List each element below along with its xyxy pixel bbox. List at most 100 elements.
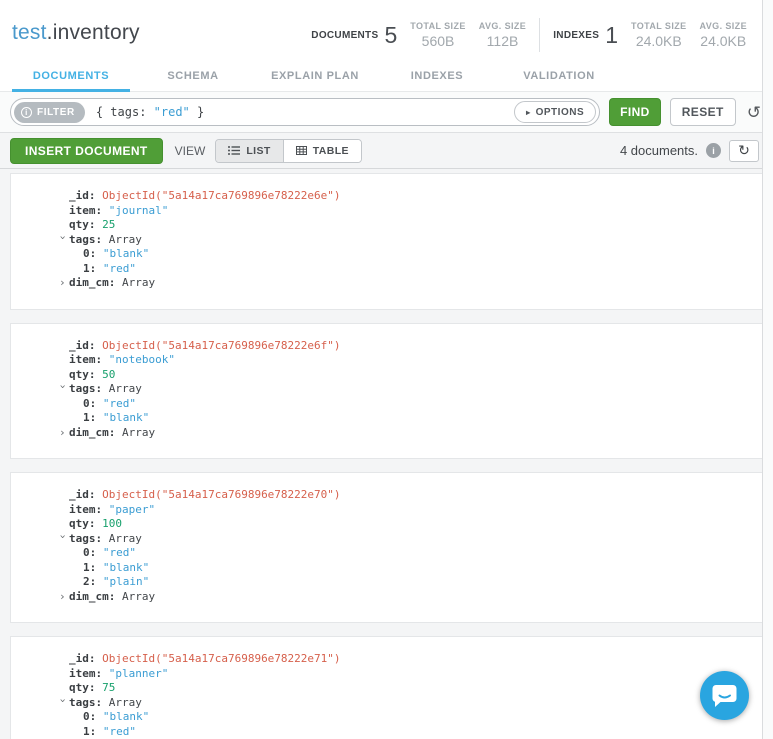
- tab-explain-plan[interactable]: EXPLAIN PLAN: [254, 62, 376, 91]
- document-field[interactable]: ›tags: Array: [11, 696, 762, 711]
- field-value: "red": [96, 725, 136, 738]
- field-key: qty:: [69, 681, 96, 694]
- field-key: tags:: [69, 696, 102, 709]
- document-field[interactable]: ›tags: Array: [11, 233, 762, 248]
- field-value: Array: [102, 382, 142, 395]
- document-field[interactable]: 1: "red": [11, 262, 762, 277]
- field-key: 1:: [83, 411, 96, 424]
- refresh-documents-button[interactable]: ↻: [729, 140, 759, 162]
- filter-pill-label: FILTER: [37, 107, 75, 118]
- expand-toggle-icon[interactable]: ›: [59, 426, 69, 441]
- field-value: "red": [96, 397, 136, 410]
- query-bar: i FILTER { tags: "red" } ▸ OPTIONS FIND …: [0, 92, 773, 133]
- field-value: ObjectId("5a14a17ca769896e78222e71"): [96, 652, 341, 665]
- options-button[interactable]: ▸ OPTIONS: [514, 101, 596, 123]
- document-field[interactable]: 2: "plain": [11, 575, 762, 590]
- document-field[interactable]: qty: 50: [11, 368, 762, 383]
- field-key: dim_cm:: [69, 276, 115, 289]
- documents-avg-size: AVG. SIZE 112B: [479, 21, 526, 49]
- field-value: 75: [96, 681, 116, 694]
- field-key: tags:: [69, 233, 102, 246]
- table-view-toggle[interactable]: TABLE: [283, 140, 361, 162]
- options-caret-icon: ▸: [526, 108, 531, 117]
- field-key: dim_cm:: [69, 426, 115, 439]
- document-field[interactable]: ›tags: Array: [11, 532, 762, 547]
- indexes-avg-size: AVG. SIZE 24.0KB: [700, 21, 747, 49]
- reset-button[interactable]: RESET: [670, 98, 736, 126]
- document-field[interactable]: 1: "red": [11, 725, 762, 739]
- document-card: _id: ObjectId("5a14a17ca769896e78222e6e"…: [10, 173, 763, 310]
- document-field[interactable]: ›dim_cm: Array: [11, 276, 762, 291]
- document-card: _id: ObjectId("5a14a17ca769896e78222e71"…: [10, 636, 763, 739]
- list-view-toggle[interactable]: LIST: [216, 140, 282, 162]
- field-value: "blank": [96, 710, 149, 723]
- field-key: qty:: [69, 517, 96, 530]
- document-field[interactable]: 1: "blank": [11, 411, 762, 426]
- refresh-icon: ↻: [738, 142, 750, 159]
- indexes-total-size: TOTAL SIZE 24.0KB: [631, 21, 687, 49]
- collapse-toggle-icon[interactable]: ›: [55, 383, 70, 393]
- document-field[interactable]: item: "notebook": [11, 353, 762, 368]
- document-field[interactable]: qty: 25: [11, 218, 762, 233]
- tab-documents[interactable]: DOCUMENTS: [10, 62, 132, 91]
- document-field[interactable]: _id: ObjectId("5a14a17ca769896e78222e71"…: [11, 652, 762, 667]
- field-key: _id:: [69, 652, 96, 665]
- document-field[interactable]: qty: 100: [11, 517, 762, 532]
- tab-indexes[interactable]: INDEXES: [376, 62, 498, 91]
- document-field[interactable]: _id: ObjectId("5a14a17ca769896e78222e70"…: [11, 488, 762, 503]
- field-key: 0:: [83, 546, 96, 559]
- list-view-icon: [228, 146, 240, 155]
- field-value: Array: [102, 233, 142, 246]
- query-history-button[interactable]: ↺: [745, 104, 763, 121]
- view-label: VIEW: [175, 144, 206, 158]
- document-field[interactable]: 0: "red": [11, 397, 762, 412]
- field-value: Array: [102, 696, 142, 709]
- indexes-count: 1: [605, 22, 618, 49]
- expand-toggle-icon[interactable]: ›: [59, 590, 69, 605]
- collection-stats: DOCUMENTS 5 TOTAL SIZE 560B AVG. SIZE 11…: [311, 10, 747, 52]
- tab-validation[interactable]: VALIDATION: [498, 62, 620, 91]
- collapse-toggle-icon[interactable]: ›: [55, 234, 70, 244]
- tab-schema[interactable]: SCHEMA: [132, 62, 254, 91]
- documents-info-icon[interactable]: i: [706, 143, 721, 158]
- document-field[interactable]: _id: ObjectId("5a14a17ca769896e78222e6e"…: [11, 189, 762, 204]
- document-field[interactable]: ›dim_cm: Array: [11, 426, 762, 441]
- field-value: Array: [102, 532, 142, 545]
- field-value: ObjectId("5a14a17ca769896e78222e6e"): [96, 189, 341, 202]
- document-field[interactable]: item: "paper": [11, 503, 762, 518]
- document-card: _id: ObjectId("5a14a17ca769896e78222e6f"…: [10, 323, 763, 460]
- document-field[interactable]: 0: "blank": [11, 710, 762, 725]
- field-key: item:: [69, 667, 102, 680]
- field-key: 0:: [83, 247, 96, 260]
- document-list: _id: ObjectId("5a14a17ca769896e78222e6e"…: [0, 169, 773, 739]
- collapse-toggle-icon[interactable]: ›: [55, 533, 70, 543]
- document-field[interactable]: 1: "blank": [11, 561, 762, 576]
- field-value: Array: [115, 426, 155, 439]
- filter-input[interactable]: i FILTER { tags: "red" } ▸ OPTIONS: [10, 98, 600, 126]
- field-key: _id:: [69, 189, 96, 202]
- chat-launcher-button[interactable]: [700, 671, 749, 720]
- documents-count: 5: [384, 22, 397, 49]
- document-field[interactable]: ›tags: Array: [11, 382, 762, 397]
- document-field[interactable]: item: "planner": [11, 667, 762, 682]
- collapse-toggle-icon[interactable]: ›: [55, 697, 70, 707]
- field-value: ObjectId("5a14a17ca769896e78222e70"): [96, 488, 341, 501]
- scrollbar-track[interactable]: [762, 0, 773, 739]
- document-field[interactable]: _id: ObjectId("5a14a17ca769896e78222e6f"…: [11, 339, 762, 354]
- find-button[interactable]: FIND: [609, 98, 661, 126]
- document-field[interactable]: item: "journal": [11, 204, 762, 219]
- document-field[interactable]: ›dim_cm: Array: [11, 590, 762, 605]
- insert-document-button[interactable]: INSERT DOCUMENT: [10, 138, 163, 164]
- field-key: tags:: [69, 382, 102, 395]
- document-field[interactable]: 0: "red": [11, 546, 762, 561]
- document-field[interactable]: qty: 75: [11, 681, 762, 696]
- view-switcher: LIST TABLE: [215, 139, 362, 163]
- documents-stat-label: DOCUMENTS: [311, 30, 378, 41]
- collection-view: test.inventory DOCUMENTS 5 TOTAL SIZE 56…: [0, 0, 773, 739]
- field-key: 0:: [83, 397, 96, 410]
- expand-toggle-icon[interactable]: ›: [59, 276, 69, 291]
- table-view-label: TABLE: [313, 145, 349, 157]
- field-value: 25: [96, 218, 116, 231]
- field-key: qty:: [69, 218, 96, 231]
- document-field[interactable]: 0: "blank": [11, 247, 762, 262]
